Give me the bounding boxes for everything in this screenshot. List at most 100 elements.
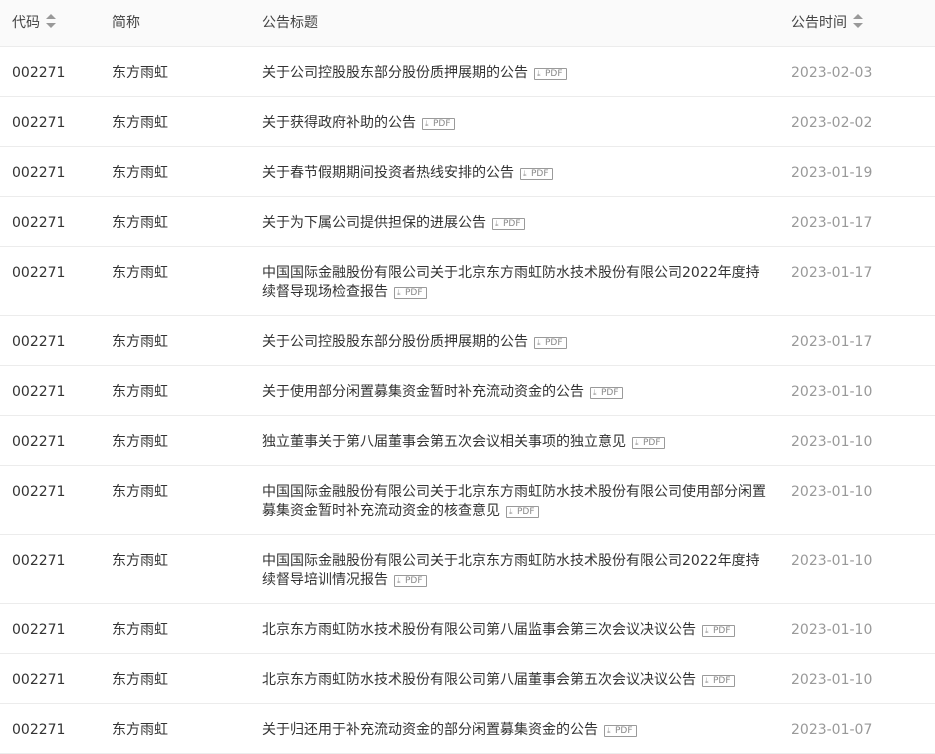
table-row: 002271 东方雨虹 关于使用部分闲置募集资金暂时补充流动资金的公告 ⤓ PDF 202… — [0, 366, 935, 416]
row-date: 2023-01-10 — [791, 622, 873, 638]
pdf-link[interactable]: ⤓ PDF — [394, 575, 427, 587]
header-date-label: 公告时间 — [791, 15, 847, 31]
pdf-link[interactable]: ⤓ PDF — [702, 675, 735, 687]
pdf-link[interactable]: ⤓ PDF — [604, 725, 637, 737]
pdf-link[interactable]: ⤓ PDF — [632, 437, 665, 449]
row-name: 东方雨虹 — [112, 622, 168, 638]
row-title-cell: 关于春节假期期间投资者热线安排的公告 ⤓ PDF — [250, 147, 779, 183]
announcement-table: 代码 简称 公告标题 公告时间 002271 东方雨虹 关于公司控股股东部分股份质押… — [0, 0, 935, 754]
row-title-cell: 关于为下属公司提供担保的进展公告 ⤓ PDF — [250, 197, 779, 233]
table-row: 002271 东方雨虹 中国国际金融股份有限公司关于北京东方雨虹防水技术股份有限公司… — [0, 535, 935, 604]
pdf-link[interactable]: ⤓ PDF — [520, 168, 553, 180]
pdf-label: PDF — [433, 119, 451, 129]
pdf-label: PDF — [615, 726, 633, 736]
row-title-cell: 中国国际金融股份有限公司关于北京东方雨虹防水技术股份有限公司2022年度持续督导… — [250, 535, 779, 590]
pdf-link[interactable]: ⤓ PDF — [394, 287, 427, 299]
header-name: 简称 — [100, 0, 250, 46]
pdf-icon: ⤓ — [523, 169, 527, 178]
row-code: 002271 — [12, 484, 66, 500]
table-row: 002271 东方雨虹 中国国际金融股份有限公司关于北京东方雨虹防水技术股份有限公司… — [0, 247, 935, 316]
sort-icon[interactable] — [853, 14, 863, 28]
table-row: 002271 东方雨虹 关于公司控股股东部分股份质押展期的公告 ⤓ PDF 2023-01… — [0, 316, 935, 366]
row-code: 002271 — [12, 722, 66, 738]
row-code: 002271 — [12, 115, 66, 131]
row-code: 002271 — [12, 65, 66, 81]
row-name: 东方雨虹 — [112, 215, 168, 231]
pdf-icon: ⤓ — [425, 119, 429, 128]
table-row: 002271 东方雨虹 独立董事关于第八届董事会第五次会议相关事项的独立意见 ⤓ PDF… — [0, 416, 935, 466]
row-date: 2023-01-10 — [791, 672, 873, 688]
table-header: 代码 简称 公告标题 公告时间 — [0, 0, 935, 47]
table-row: 002271 东方雨虹 关于归还用于补充流动资金的部分闲置募集资金的公告 ⤓ PDF 20… — [0, 704, 935, 754]
row-name: 东方雨虹 — [112, 265, 168, 281]
row-code: 002271 — [12, 384, 66, 400]
row-date: 2023-01-10 — [791, 384, 873, 400]
row-code: 002271 — [12, 622, 66, 638]
table-body: 002271 东方雨虹 关于公司控股股东部分股份质押展期的公告 ⤓ PDF 2023-02… — [0, 47, 935, 754]
pdf-link[interactable]: ⤓ PDF — [506, 506, 539, 518]
row-title-cell: 关于使用部分闲置募集资金暂时补充流动资金的公告 ⤓ PDF — [250, 366, 779, 402]
row-code: 002271 — [12, 334, 66, 350]
table-row: 002271 东方雨虹 关于为下属公司提供担保的进展公告 ⤓ PDF 2023-01-17 — [0, 197, 935, 247]
pdf-label: PDF — [405, 288, 423, 298]
pdf-label: PDF — [545, 338, 563, 348]
row-title-cell: 中国国际金融股份有限公司关于北京东方雨虹防水技术股份有限公司2022年度持续督导… — [250, 247, 779, 302]
announcement-title-link[interactable]: 关于使用部分闲置募集资金暂时补充流动资金的公告 — [262, 384, 584, 400]
pdf-link[interactable]: ⤓ PDF — [422, 118, 455, 130]
pdf-link[interactable]: ⤓ PDF — [534, 337, 567, 349]
row-name: 东方雨虹 — [112, 384, 168, 400]
table-row: 002271 东方雨虹 关于公司控股股东部分股份质押展期的公告 ⤓ PDF 2023-02… — [0, 47, 935, 97]
sort-icon[interactable] — [46, 14, 56, 28]
row-title-cell: 关于获得政府补助的公告 ⤓ PDF — [250, 97, 779, 133]
pdf-icon: ⤓ — [537, 338, 541, 347]
pdf-link[interactable]: ⤓ PDF — [702, 625, 735, 637]
row-date: 2023-01-19 — [791, 165, 873, 181]
announcement-title-link[interactable]: 独立董事关于第八届董事会第五次会议相关事项的独立意见 — [262, 434, 626, 450]
row-date: 2023-01-17 — [791, 215, 873, 231]
table-row: 002271 东方雨虹 关于春节假期期间投资者热线安排的公告 ⤓ PDF 2023-01-… — [0, 147, 935, 197]
announcement-title-link[interactable]: 北京东方雨虹防水技术股份有限公司第八届监事会第三次会议决议公告 — [262, 622, 696, 638]
row-date: 2023-01-07 — [791, 722, 873, 738]
pdf-icon: ⤓ — [705, 676, 709, 685]
announcement-title-link[interactable]: 关于春节假期期间投资者热线安排的公告 — [262, 165, 514, 181]
row-title-cell: 独立董事关于第八届董事会第五次会议相关事项的独立意见 ⤓ PDF — [250, 416, 779, 452]
announcement-title-link[interactable]: 关于为下属公司提供担保的进展公告 — [262, 215, 486, 231]
row-title-cell: 北京东方雨虹防水技术股份有限公司第八届董事会第五次会议决议公告 ⤓ PDF — [250, 654, 779, 690]
row-date: 2023-01-10 — [791, 553, 873, 569]
pdf-link[interactable]: ⤓ PDF — [534, 68, 567, 80]
pdf-icon: ⤓ — [509, 507, 513, 516]
pdf-label: PDF — [405, 576, 423, 586]
header-date[interactable]: 公告时间 — [779, 0, 935, 46]
pdf-label: PDF — [545, 69, 563, 79]
announcement-title-link[interactable]: 中国国际金融股份有限公司关于北京东方雨虹防水技术股份有限公司2022年度持续督导… — [262, 553, 760, 588]
announcement-title-link[interactable]: 关于归还用于补充流动资金的部分闲置募集资金的公告 — [262, 722, 598, 738]
table-row: 002271 东方雨虹 北京东方雨虹防水技术股份有限公司第八届董事会第五次会议决议公… — [0, 654, 935, 704]
pdf-icon: ⤓ — [593, 388, 597, 397]
header-code[interactable]: 代码 — [0, 0, 100, 46]
row-code: 002271 — [12, 215, 66, 231]
row-code: 002271 — [12, 672, 66, 688]
row-date: 2023-01-10 — [791, 484, 873, 500]
announcement-title-link[interactable]: 北京东方雨虹防水技术股份有限公司第八届董事会第五次会议决议公告 — [262, 672, 696, 688]
pdf-icon: ⤓ — [705, 626, 709, 635]
table-row: 002271 东方雨虹 中国国际金融股份有限公司关于北京东方雨虹防水技术股份有限公司… — [0, 466, 935, 535]
row-code: 002271 — [12, 553, 66, 569]
pdf-label: PDF — [517, 507, 535, 517]
pdf-icon: ⤓ — [397, 576, 401, 585]
pdf-label: PDF — [503, 219, 521, 229]
table-row: 002271 东方雨虹 北京东方雨虹防水技术股份有限公司第八届监事会第三次会议决议公… — [0, 604, 935, 654]
table-row: 002271 东方雨虹 关于获得政府补助的公告 ⤓ PDF 2023-02-02 — [0, 97, 935, 147]
pdf-link[interactable]: ⤓ PDF — [492, 218, 525, 230]
announcement-title-link[interactable]: 关于公司控股股东部分股份质押展期的公告 — [262, 65, 528, 81]
pdf-link[interactable]: ⤓ PDF — [590, 387, 623, 399]
announcement-title-link[interactable]: 中国国际金融股份有限公司关于北京东方雨虹防水技术股份有限公司2022年度持续督导… — [262, 265, 760, 300]
header-title: 公告标题 — [250, 0, 779, 46]
row-name: 东方雨虹 — [112, 434, 168, 450]
row-date: 2023-01-10 — [791, 434, 873, 450]
announcement-title-link[interactable]: 关于公司控股股东部分股份质押展期的公告 — [262, 334, 528, 350]
row-title-cell: 关于公司控股股东部分股份质押展期的公告 ⤓ PDF — [250, 47, 779, 83]
header-title-label: 公告标题 — [262, 15, 318, 31]
announcement-title-link[interactable]: 关于获得政府补助的公告 — [262, 115, 416, 131]
row-title-cell: 北京东方雨虹防水技术股份有限公司第八届监事会第三次会议决议公告 ⤓ PDF — [250, 604, 779, 640]
pdf-icon: ⤓ — [495, 219, 499, 228]
